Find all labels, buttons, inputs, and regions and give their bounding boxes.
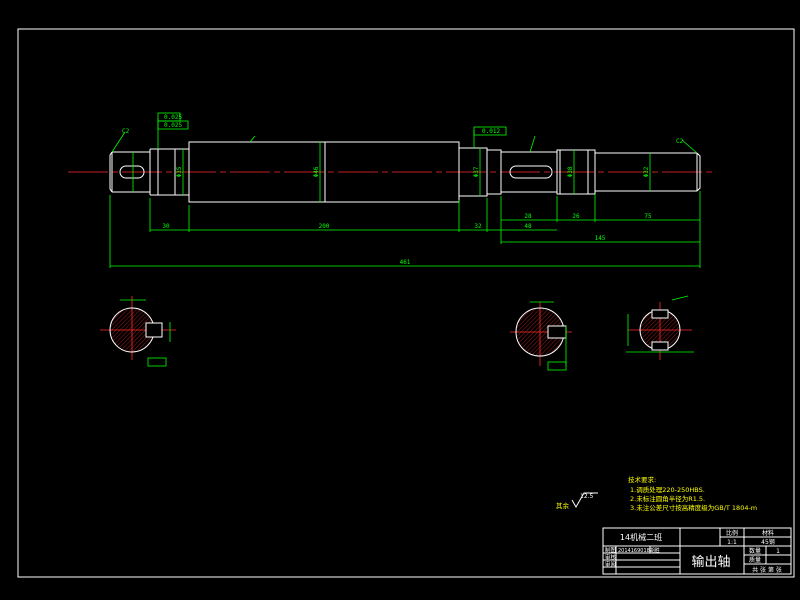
gdt-2: 0.025	[164, 122, 182, 129]
notes-line-3: 3.未注公差尺寸按高精度级为GB/T 1804-m	[630, 503, 757, 512]
notes-line-2: 2.未标注圆角半径为R1.5.	[630, 494, 705, 503]
dim-mid-diameter: Φ37	[473, 166, 480, 177]
qty-label: 数量	[749, 547, 761, 555]
roughness-value: 12.5	[580, 493, 594, 500]
section-left	[100, 296, 176, 367]
designer-label: 制图	[605, 546, 617, 554]
class-name: 14机械二班	[620, 532, 662, 542]
scale-label: 比例	[726, 529, 738, 537]
dim-right-diameter: Φ32	[643, 166, 650, 177]
sheet-label: 共 张 第 张	[752, 566, 782, 574]
roughness-label: 其余	[556, 501, 570, 510]
dim-145: 145	[595, 235, 606, 242]
section-right	[626, 295, 694, 360]
drawing-canvas: 30 200 32 48 28 26 75 145 461 Φ46 Φ35 Φ3…	[17, 28, 795, 578]
part-name: 输出轴	[691, 554, 730, 570]
gdt-1: 0.025	[164, 114, 182, 121]
dim-75: 75	[644, 213, 652, 220]
review-label: 审阅	[605, 560, 616, 568]
qty-value: 1	[776, 548, 780, 555]
dim-28: 28	[524, 213, 532, 220]
check-label: 审核	[605, 553, 617, 561]
dim-left-diameter: Φ35	[176, 166, 183, 177]
chamfer-left-label: C2	[122, 128, 130, 135]
dimension-lines	[109, 118, 701, 268]
section-middle	[510, 301, 572, 371]
material-label: 材料	[762, 529, 774, 537]
notes-line-1: 1.调质处理220-250HBS.	[630, 485, 705, 494]
dim-30: 30	[162, 223, 170, 230]
dim-32: 32	[474, 223, 482, 230]
weight-label: 质量	[749, 556, 761, 564]
designer-value: 2014169018胡胜	[618, 547, 660, 554]
shaft-main-view	[68, 141, 712, 203]
chamfer-right-label: C2	[676, 138, 684, 145]
notes-title: 技术要求:	[628, 475, 656, 484]
dim-bearing-diameter: Φ38	[567, 166, 574, 177]
dim-200: 200	[319, 223, 330, 230]
dim-461: 461	[400, 259, 411, 266]
gdt-frames	[157, 112, 507, 136]
gdt-3: 0.012	[482, 128, 500, 135]
dim-main-diameter: Φ46	[313, 166, 320, 177]
dim-48: 48	[524, 223, 532, 230]
dim-26: 26	[572, 213, 580, 220]
scale-value: 1:1	[727, 539, 737, 546]
material-value: 45钢	[761, 538, 775, 546]
